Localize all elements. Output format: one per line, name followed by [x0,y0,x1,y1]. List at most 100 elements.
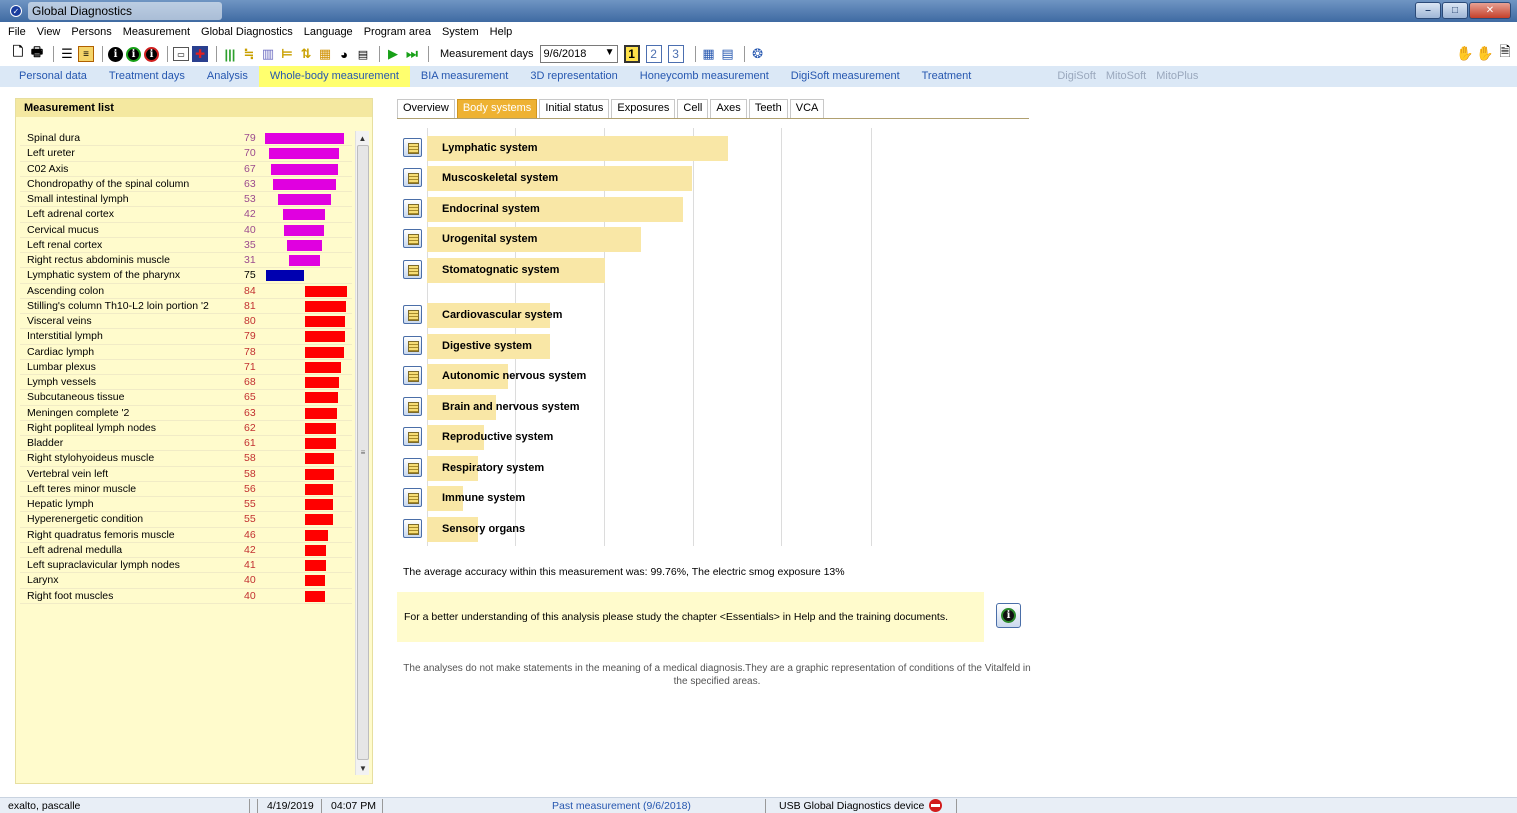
list-item[interactable]: Left teres minor muscle 56 [20,482,352,497]
tab-digisoft[interactable]: DigiSoft [1052,66,1101,87]
tab-whole-body-measurement[interactable]: Whole-body measurement [258,66,410,87]
details-button[interactable] [403,260,422,279]
list-item[interactable]: Right quadratus femoris muscle 46 [20,528,352,543]
language-flag-icon[interactable]: ✚ [192,46,208,62]
close-button[interactable]: ✕ [1469,2,1511,19]
tab-teeth[interactable]: Teeth [748,99,788,118]
preview-icon[interactable]: 🗎 [1497,43,1513,61]
play-icon[interactable]: ▶ [385,46,401,62]
report-icon[interactable]: ≡ [78,46,94,62]
tab-analysis[interactable]: Analysis [196,66,259,87]
details-button[interactable] [403,366,422,385]
measurement-date-select[interactable]: 9/6/2018 ▼ [539,45,618,63]
order-icon[interactable]: ⇅ [298,46,314,62]
list-item[interactable]: Subcutaneous tissue 65 [20,390,352,406]
menu-program-area[interactable]: Program area [364,26,431,38]
list-item[interactable]: C02 Axis 67 [20,162,352,177]
minimize-button[interactable]: – [1415,2,1441,19]
list-item[interactable]: Left adrenal cortex 42 [20,207,352,223]
maximize-button[interactable]: □ [1442,2,1468,19]
tab-overview[interactable]: Overview [397,99,455,118]
info-red-icon[interactable]: i [144,46,159,62]
display-icon[interactable]: ▭ [173,47,189,61]
list-item[interactable]: Vertebral vein left 58 [20,467,352,482]
tab-mitoplus[interactable]: MitoPlus [1151,66,1203,87]
scroll-up-icon[interactable]: ▲ [356,131,369,145]
list-item[interactable]: Lymphatic system of the pharynx 75 [20,268,352,284]
details-button[interactable] [403,199,422,218]
sort-icon[interactable]: ≒ [241,46,257,62]
list-item[interactable]: Visceral veins 80 [20,314,352,330]
tab-vca[interactable]: VCA [789,99,825,118]
menu-persons[interactable]: Persons [71,26,111,38]
tab-axes[interactable]: Axes [710,99,747,118]
tab-mitosoft[interactable]: MitoSoft [1101,66,1151,87]
list-item[interactable]: Cervical mucus 40 [20,223,352,238]
details-button[interactable] [403,168,422,187]
tab-exposures[interactable]: Exposures [611,99,676,118]
pie-chart-icon[interactable]: ◕ [336,46,352,62]
details-button[interactable] [403,138,422,157]
print-icon[interactable]: 🖶 [29,44,45,62]
list-item[interactable]: Right foot muscles 40 [20,589,352,604]
list-item[interactable]: Small intestinal lymph 53 [20,192,352,208]
list-item[interactable]: Left renal cortex 35 [20,238,352,253]
tab-personal-data[interactable]: Personal data [8,66,98,87]
details-button[interactable] [403,458,422,477]
scroll-down-icon[interactable]: ▼ [356,761,370,775]
list-item[interactable]: Right popliteal lymph nodes 62 [20,421,352,436]
list-view-icon[interactable]: ☰ [59,46,75,62]
list-item[interactable]: Stilling's column Th10-L2 loin portion '… [20,299,352,314]
info-green-icon[interactable]: i [126,46,141,62]
tab-3d-representation[interactable]: 3D representation [519,66,628,87]
hand-red-icon[interactable]: ✋ [1476,45,1493,61]
list-item[interactable]: Left adrenal medulla 42 [20,543,352,558]
tab-cell[interactable]: Cell [677,99,709,118]
day-button-1[interactable]: 1 [623,45,640,63]
tab-body-systems[interactable]: Body systems [456,99,538,118]
list-item[interactable]: Larynx 40 [20,573,352,589]
list-item[interactable]: Interstitial lymph 79 [20,329,352,345]
table-icon[interactable]: ▤ [355,46,371,62]
list-item[interactable]: Left ureter 70 [20,146,352,162]
details-button[interactable] [403,427,422,446]
menu-system[interactable]: System [442,26,479,38]
details-button[interactable] [403,488,422,507]
details-button[interactable] [403,519,422,538]
tab-treatment-days[interactable]: Treatment days [98,66,196,87]
scroll-thumb[interactable]: ≡ [357,145,369,760]
list-item[interactable]: Hepatic lymph 55 [20,497,352,513]
list-item[interactable]: Meningen complete '2 63 [20,406,352,421]
window-icon[interactable]: ▤ [720,46,736,62]
menu-view[interactable]: View [37,26,61,38]
menu-language[interactable]: Language [304,26,353,38]
day-button-3[interactable]: 3 [667,45,684,63]
bars-icon[interactable]: ▦ [317,46,333,62]
refresh-icon[interactable]: ❂ [750,46,766,62]
list-item[interactable]: Ascending colon 84 [20,284,352,299]
grid-icon[interactable]: ▦ [701,46,717,62]
menu-global-diagnostics[interactable]: Global Diagnostics [201,26,293,38]
details-button[interactable] [403,305,422,324]
filter-icon[interactable]: ⊨ [279,46,295,62]
details-button[interactable] [403,397,422,416]
menu-file[interactable]: File [8,26,26,38]
menu-measurement[interactable]: Measurement [123,26,190,38]
tab-bia-measurement[interactable]: BIA measurement [410,66,519,87]
tab-digisoft-measurement[interactable]: DigiSoft measurement [780,66,911,87]
details-button[interactable] [403,336,422,355]
info-icon[interactable]: i [108,46,123,62]
tab-treatment[interactable]: Treatment [911,66,983,87]
list-item[interactable]: Right stylohyoideus muscle 58 [20,451,352,467]
play-next-icon[interactable]: ⏭ [404,46,420,62]
list-item[interactable]: Left supraclavicular lymph nodes 41 [20,558,352,574]
new-document-icon[interactable]: 🗋 [10,44,26,62]
list-item[interactable]: Right rectus abdominis muscle 31 [20,253,352,269]
list-item[interactable]: Spinal dura 79 [20,131,352,147]
list-item[interactable]: Bladder 61 [20,436,352,452]
list-item[interactable]: Lumbar plexus 71 [20,360,352,375]
list-item[interactable]: Hyperenergetic condition 55 [20,512,352,528]
menu-help[interactable]: Help [490,26,513,38]
book-icon[interactable]: ▥ [260,46,276,62]
list-item[interactable]: Lymph vessels 68 [20,375,352,391]
